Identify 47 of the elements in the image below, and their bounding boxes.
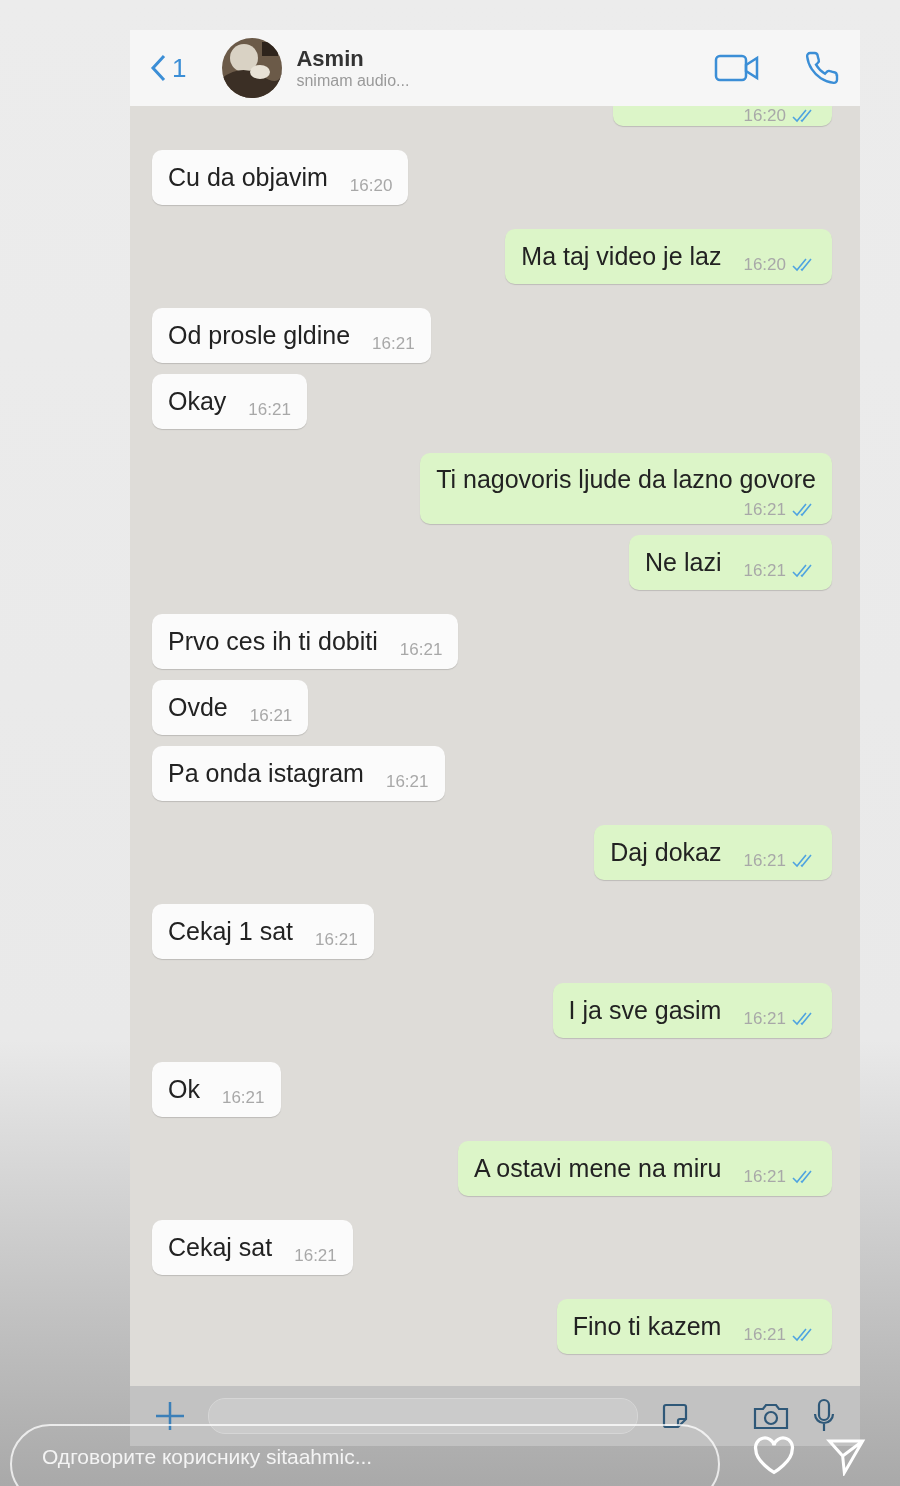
message-text: Pa onda istagram <box>168 759 364 788</box>
message-time: 16:21 <box>743 1009 786 1029</box>
message-text: Ovde <box>168 693 228 722</box>
message-time: 16:21 <box>372 334 415 354</box>
message-text: Daj dokaz <box>610 838 722 867</box>
plus-icon[interactable] <box>154 1400 186 1432</box>
message-time: 16:21 <box>743 851 786 871</box>
message-text: Ma taj video je laz <box>521 242 722 271</box>
message-field[interactable] <box>208 1398 638 1434</box>
unread-count: 1 <box>172 52 187 84</box>
message-text: Cekaj sat <box>168 1233 273 1262</box>
message-time: 16:20 <box>349 176 393 196</box>
message-time: 16:21 <box>743 1167 786 1187</box>
message-time: 16:21 <box>399 640 443 660</box>
message-time: 16:21 <box>743 561 786 581</box>
sticker-icon[interactable] <box>660 1401 690 1431</box>
back-button[interactable]: 1 <box>150 52 187 84</box>
contact-name: Asmin <box>296 46 365 72</box>
message-time: 16:21 <box>249 706 293 726</box>
heart-icon[interactable] <box>752 1436 796 1476</box>
message-text: Ok <box>168 1075 200 1104</box>
camera-icon[interactable] <box>752 1401 790 1431</box>
message-text: Cekaj 1 sat <box>168 917 294 946</box>
message-time: 16:21 <box>743 1325 786 1345</box>
message-text: Od prosle gldine <box>168 321 351 350</box>
message-text: Ne lazi <box>645 548 722 577</box>
message-text: I ja sve gasim <box>568 996 722 1025</box>
message-time: 16:21 <box>248 400 291 420</box>
message-time: 16:21 <box>743 500 786 520</box>
video-call-icon[interactable] <box>714 53 760 83</box>
reply-field[interactable]: Одговорите кориснику sitaahmic... <box>10 1424 720 1486</box>
microphone-icon[interactable] <box>812 1398 836 1434</box>
message-time: 16:21 <box>385 772 429 792</box>
message-text: Okay <box>168 387 227 416</box>
message-text: A ostavi mene na miru <box>474 1154 722 1183</box>
message-text: Ti nagovoris ljude da lazno govore <box>436 465 816 494</box>
message-time: 16:21 <box>221 1088 265 1108</box>
message-time: 16:20 <box>743 106 786 126</box>
contact-status: snimam audio... <box>296 72 411 90</box>
message-text: Cu da objavim <box>168 163 328 192</box>
phone-icon[interactable] <box>804 50 840 86</box>
message-text: Fino ti kazem <box>572 1312 722 1341</box>
message-text: Prvo ces ih ti dobiti <box>168 627 378 656</box>
message-time: 16:20 <box>743 255 786 275</box>
chevron-left-icon <box>150 54 166 82</box>
message-time: 16:21 <box>294 1246 337 1266</box>
message-time: 16:21 <box>315 930 358 950</box>
